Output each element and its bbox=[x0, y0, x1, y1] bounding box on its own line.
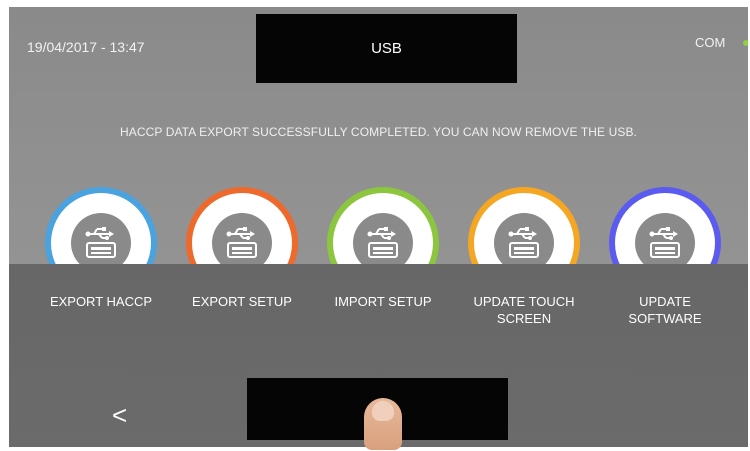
finger-image bbox=[364, 398, 402, 450]
com-status-indicator bbox=[743, 40, 748, 46]
option-label: UPDATE TOUCH SCREEN bbox=[473, 294, 575, 326]
option-label: UPDATE SOFTWARE bbox=[628, 294, 702, 326]
option-label: IMPORT SETUP bbox=[334, 294, 432, 309]
back-button[interactable]: < bbox=[112, 402, 127, 428]
option-label-wrap: EXPORT HACCP bbox=[41, 187, 161, 337]
finger-nail bbox=[372, 401, 394, 421]
status-message: HACCP DATA EXPORT SUCCESSFULLY COMPLETED… bbox=[119, 125, 637, 139]
option-label-wrap: UPDATE TOUCH SCREEN bbox=[464, 187, 584, 337]
option-label-wrap: IMPORT SETUP bbox=[323, 187, 443, 337]
option-label-wrap: EXPORT SETUP bbox=[182, 187, 302, 337]
datetime: 19/04/2017 - 13:47 bbox=[27, 39, 145, 55]
page-title: USB bbox=[256, 14, 517, 83]
com-status-label: COM bbox=[695, 35, 726, 50]
option-label: EXPORT SETUP bbox=[192, 294, 292, 309]
option-label: EXPORT HACCP bbox=[49, 294, 153, 309]
option-label-wrap: UPDATE SOFTWARE bbox=[605, 187, 725, 337]
